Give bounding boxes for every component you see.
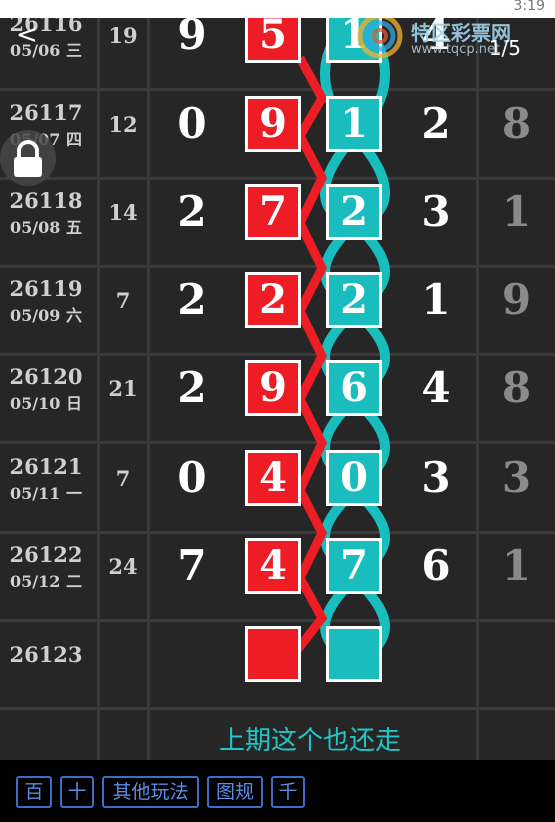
digit-3-teal-box: 6 xyxy=(326,360,382,416)
digit-sum: 24 xyxy=(108,554,138,579)
issue-date: 05/08 五 xyxy=(10,218,82,237)
digit-2-red-box: 7 xyxy=(245,184,301,240)
digit-3-teal-box xyxy=(326,626,382,682)
issue-number: 26122 xyxy=(9,542,83,567)
toolbar-button-shi[interactable]: 十 xyxy=(60,776,94,808)
bottom-caption: 上期这个也还走 xyxy=(218,726,401,756)
watermark-url: www.tqcp.net xyxy=(411,42,501,57)
issue-date: 05/06 三 xyxy=(10,41,82,60)
digit-1: 0 xyxy=(177,99,207,148)
digit-4: 3 xyxy=(421,187,451,236)
digit-2-red-box xyxy=(245,626,301,682)
digit-2-red-box: 5 xyxy=(245,18,301,63)
digit-sum: 21 xyxy=(108,376,138,401)
toolbar-button-qian[interactable]: 千 xyxy=(271,776,305,808)
digit-2-red-box: 4 xyxy=(245,450,301,506)
trend-board: 2611605/06 三1994512611705/07 四1202891261… xyxy=(0,18,555,760)
digit-1: 7 xyxy=(177,541,207,590)
issue-date: 05/09 六 xyxy=(10,306,82,325)
digit-5: 8 xyxy=(501,99,532,148)
lock-icon xyxy=(14,140,42,177)
toolbar-button-other-play[interactable]: 其他玩法 xyxy=(102,776,199,808)
digit-1: 2 xyxy=(177,187,207,236)
digit-3-teal-box: 1 xyxy=(326,96,382,152)
issue-number: 26118 xyxy=(9,188,83,213)
toolbar-button-chart-rules[interactable]: 图规 xyxy=(207,776,263,808)
digit-1: 2 xyxy=(177,363,207,412)
issue-date: 05/12 二 xyxy=(10,572,82,591)
status-time: 3:19 xyxy=(513,0,545,14)
digit-sum: 7 xyxy=(115,466,131,491)
digit-4: 2 xyxy=(421,99,451,148)
digit-4: 1 xyxy=(421,275,451,324)
digit-sum: 19 xyxy=(108,23,138,48)
watermark-logo: 特区彩票网 www.tqcp.net xyxy=(356,12,551,62)
digit-1: 0 xyxy=(177,453,207,502)
digit-3-teal-box: 0 xyxy=(326,450,382,506)
issue-date: 05/10 日 xyxy=(10,394,82,413)
page-indicator: 1/5 xyxy=(488,36,521,60)
issue-number: 26119 xyxy=(9,276,83,301)
digit-2-red-box: 9 xyxy=(245,96,301,152)
status-bar: 3:19 xyxy=(0,0,555,18)
digit-4: 3 xyxy=(421,453,451,502)
digit-5: 1 xyxy=(501,541,532,590)
digit-sum: 14 xyxy=(108,200,138,225)
swirl-logo-icon xyxy=(357,13,403,59)
issue-date: 05/11 一 xyxy=(10,484,82,503)
digit-sum: 7 xyxy=(115,288,131,313)
lock-button[interactable] xyxy=(0,130,56,186)
digit-4: 6 xyxy=(421,541,451,590)
digit-2-red-box: 9 xyxy=(245,360,301,416)
issue-number: 26116 xyxy=(9,18,83,36)
digit-3-teal-box: 7 xyxy=(326,538,382,594)
digit-5: 9 xyxy=(501,275,532,324)
issue-number: 26123 xyxy=(9,642,83,667)
digit-sum: 12 xyxy=(108,112,138,137)
digit-2-red-box: 2 xyxy=(245,272,301,328)
digit-4: 4 xyxy=(421,363,451,412)
digit-1: 9 xyxy=(177,18,207,59)
issue-number: 26117 xyxy=(9,100,83,125)
digit-3-teal-box: 2 xyxy=(326,272,382,328)
digit-5: 8 xyxy=(501,363,532,412)
digit-3-teal-box: 2 xyxy=(326,184,382,240)
digit-5: 1 xyxy=(501,187,532,236)
back-button[interactable]: < xyxy=(16,20,38,50)
bottom-toolbar: 百 十 其他玩法 图规 千 xyxy=(0,760,555,822)
digit-5: 3 xyxy=(501,453,532,502)
toolbar-button-bai[interactable]: 百 xyxy=(16,776,52,808)
issue-number: 26121 xyxy=(9,454,83,479)
digit-1: 2 xyxy=(177,275,207,324)
issue-number: 26120 xyxy=(9,364,83,389)
digit-2-red-box: 4 xyxy=(245,538,301,594)
